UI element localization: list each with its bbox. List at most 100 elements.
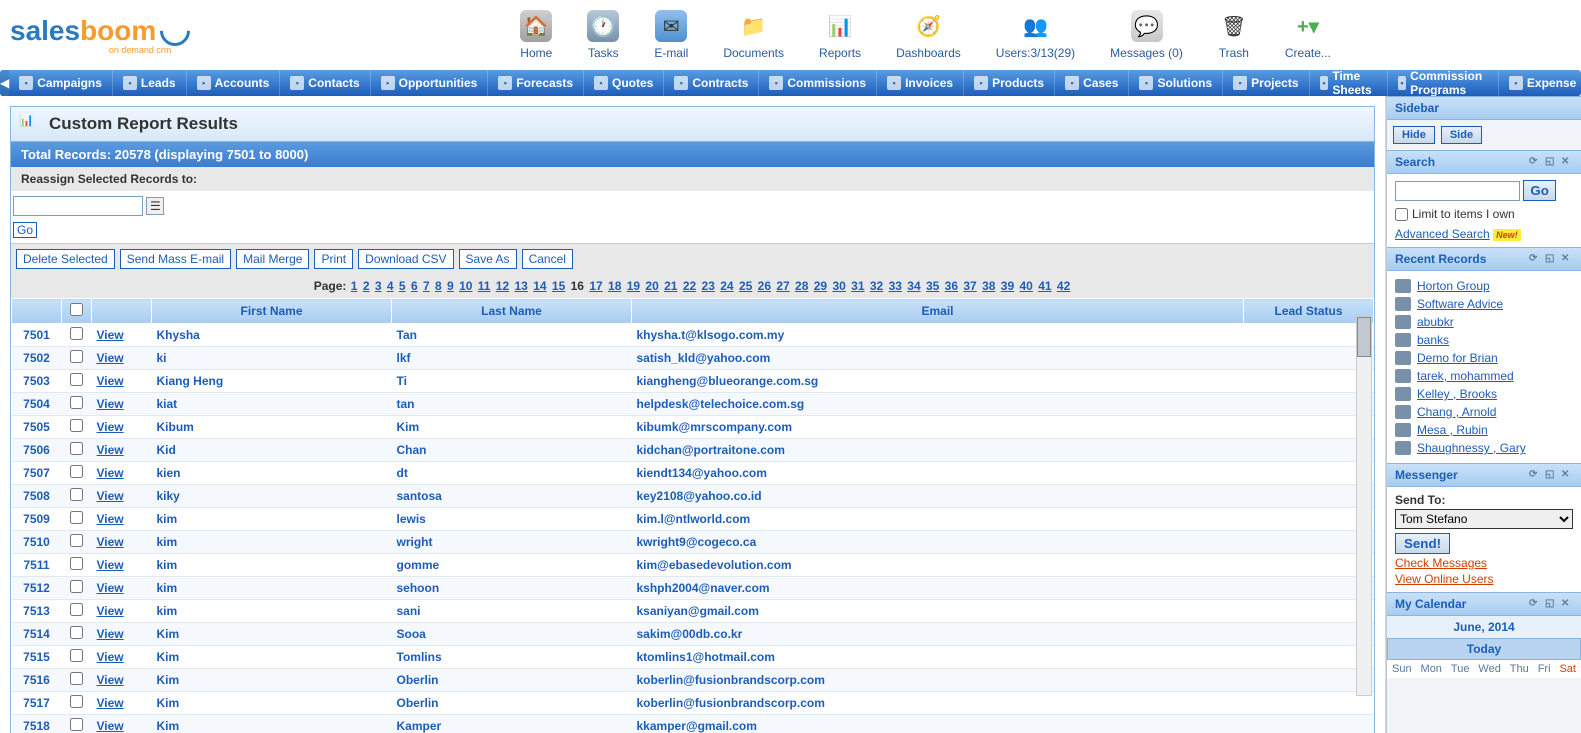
page-9[interactable]: 9 — [447, 279, 454, 293]
section-refresh-icon[interactable]: ⟳ — [1529, 156, 1541, 168]
page-2[interactable]: 2 — [363, 279, 370, 293]
table-scrollbar[interactable] — [1356, 316, 1372, 696]
send-to-select[interactable]: Tom Stefano — [1395, 509, 1573, 529]
page-18[interactable]: 18 — [608, 279, 621, 293]
send-mass-e-mail-button[interactable]: Send Mass E-mail — [120, 249, 231, 269]
page-20[interactable]: 20 — [645, 279, 658, 293]
recent-link[interactable]: Kelley , Brooks — [1417, 387, 1497, 401]
page-13[interactable]: 13 — [515, 279, 528, 293]
nav-commissions[interactable]: ▪Commissions — [759, 70, 877, 96]
download-csv-button[interactable]: Download CSV — [358, 249, 453, 269]
create-button[interactable]: +▾Create... — [1285, 10, 1331, 60]
check-messages-link[interactable]: Check Messages — [1395, 556, 1573, 570]
page-17[interactable]: 17 — [589, 279, 602, 293]
mail-merge-button[interactable]: Mail Merge — [236, 249, 309, 269]
row-checkbox[interactable] — [70, 488, 83, 501]
page-16[interactable]: 16 — [571, 279, 584, 293]
recent-link[interactable]: Chang , Arnold — [1417, 405, 1496, 419]
page-4[interactable]: 4 — [387, 279, 394, 293]
nav-accounts[interactable]: ▪Accounts — [187, 70, 281, 96]
reassign-picker-button[interactable]: ☰ — [146, 197, 164, 215]
page-19[interactable]: 19 — [627, 279, 640, 293]
page-27[interactable]: 27 — [776, 279, 789, 293]
section-popout-icon[interactable]: ◱ — [1545, 469, 1557, 481]
nav-forecasts[interactable]: ▪Forecasts — [488, 70, 584, 96]
row-checkbox[interactable] — [70, 626, 83, 639]
page-22[interactable]: 22 — [683, 279, 696, 293]
nav-projects[interactable]: ▪Projects — [1223, 70, 1309, 96]
page-38[interactable]: 38 — [982, 279, 995, 293]
page-5[interactable]: 5 — [399, 279, 406, 293]
page-7[interactable]: 7 — [423, 279, 430, 293]
view-link[interactable]: View — [97, 719, 124, 733]
select-all-checkbox[interactable] — [70, 303, 83, 316]
logo[interactable]: salesboom on demand crm — [10, 15, 270, 55]
section-popout-icon[interactable]: ◱ — [1545, 156, 1557, 168]
advanced-search-link[interactable]: Advanced Search — [1395, 227, 1490, 241]
row-checkbox[interactable] — [70, 373, 83, 386]
row-checkbox[interactable] — [70, 465, 83, 478]
recent-link[interactable]: Horton Group — [1417, 279, 1490, 293]
col-first-name[interactable]: First Name — [152, 299, 392, 324]
page-25[interactable]: 25 — [739, 279, 752, 293]
nav-opportunities[interactable]: ▪Opportunities — [371, 70, 489, 96]
section-close-icon[interactable]: ✕ — [1561, 253, 1573, 265]
row-checkbox[interactable] — [70, 718, 83, 731]
page-12[interactable]: 12 — [496, 279, 509, 293]
calendar-today[interactable]: Today — [1387, 638, 1581, 660]
page-39[interactable]: 39 — [1001, 279, 1014, 293]
page-8[interactable]: 8 — [435, 279, 442, 293]
recent-link[interactable]: abubkr — [1417, 315, 1454, 329]
recent-link[interactable]: Software Advice — [1417, 297, 1503, 311]
tasks-button[interactable]: 🕐Tasks — [587, 10, 619, 60]
page-29[interactable]: 29 — [814, 279, 827, 293]
page-36[interactable]: 36 — [945, 279, 958, 293]
page-37[interactable]: 37 — [963, 279, 976, 293]
view-link[interactable]: View — [97, 443, 124, 457]
row-checkbox[interactable] — [70, 557, 83, 570]
view-link[interactable]: View — [97, 673, 124, 687]
page-40[interactable]: 40 — [1019, 279, 1032, 293]
nav-quotes[interactable]: ▪Quotes — [584, 70, 664, 96]
trash-button[interactable]: 🗑Trash — [1218, 10, 1250, 60]
row-checkbox[interactable] — [70, 327, 83, 340]
save-as-button[interactable]: Save As — [459, 249, 517, 269]
users-button[interactable]: 👥Users:3/13(29) — [996, 10, 1075, 60]
page-21[interactable]: 21 — [664, 279, 677, 293]
section-refresh-icon[interactable]: ⟳ — [1529, 598, 1541, 610]
row-checkbox[interactable] — [70, 695, 83, 708]
page-1[interactable]: 1 — [351, 279, 358, 293]
cancel-button[interactable]: Cancel — [522, 249, 573, 269]
page-24[interactable]: 24 — [720, 279, 733, 293]
nav-products[interactable]: ▪Products — [964, 70, 1055, 96]
nav-campaigns[interactable]: ▪Campaigns — [9, 70, 113, 96]
view-link[interactable]: View — [97, 466, 124, 480]
page-26[interactable]: 26 — [758, 279, 771, 293]
row-checkbox[interactable] — [70, 442, 83, 455]
nav-leads[interactable]: ▪Leads — [113, 70, 187, 96]
nav-contacts[interactable]: ▪Contacts — [280, 70, 370, 96]
page-3[interactable]: 3 — [375, 279, 382, 293]
documents-button[interactable]: 📁Documents — [723, 10, 784, 60]
nav-time-sheets[interactable]: ▪Time Sheets — [1310, 70, 1388, 96]
search-input[interactable] — [1395, 181, 1520, 201]
page-15[interactable]: 15 — [552, 279, 565, 293]
home-button[interactable]: 🏠Home — [520, 10, 552, 60]
delete-selected-button[interactable]: Delete Selected — [16, 249, 115, 269]
reassign-go-button[interactable]: Go — [13, 222, 37, 238]
col-lead-status[interactable]: Lead Status — [1244, 299, 1374, 324]
view-link[interactable]: View — [97, 627, 124, 641]
reassign-input[interactable] — [13, 196, 143, 216]
view-link[interactable]: View — [97, 351, 124, 365]
nav-commission-programs[interactable]: ▪Commission Programs — [1388, 70, 1499, 96]
email-button[interactable]: ✉E-mail — [654, 10, 688, 60]
nav-scroll-left[interactable]: ◀ — [0, 70, 9, 96]
nav-invoices[interactable]: ▪Invoices — [877, 70, 964, 96]
nav-cases[interactable]: ▪Cases — [1055, 70, 1129, 96]
view-link[interactable]: View — [97, 374, 124, 388]
nav-contracts[interactable]: ▪Contracts — [664, 70, 759, 96]
view-link[interactable]: View — [97, 489, 124, 503]
limit-checkbox[interactable] — [1395, 208, 1408, 221]
page-10[interactable]: 10 — [459, 279, 472, 293]
row-checkbox[interactable] — [70, 511, 83, 524]
